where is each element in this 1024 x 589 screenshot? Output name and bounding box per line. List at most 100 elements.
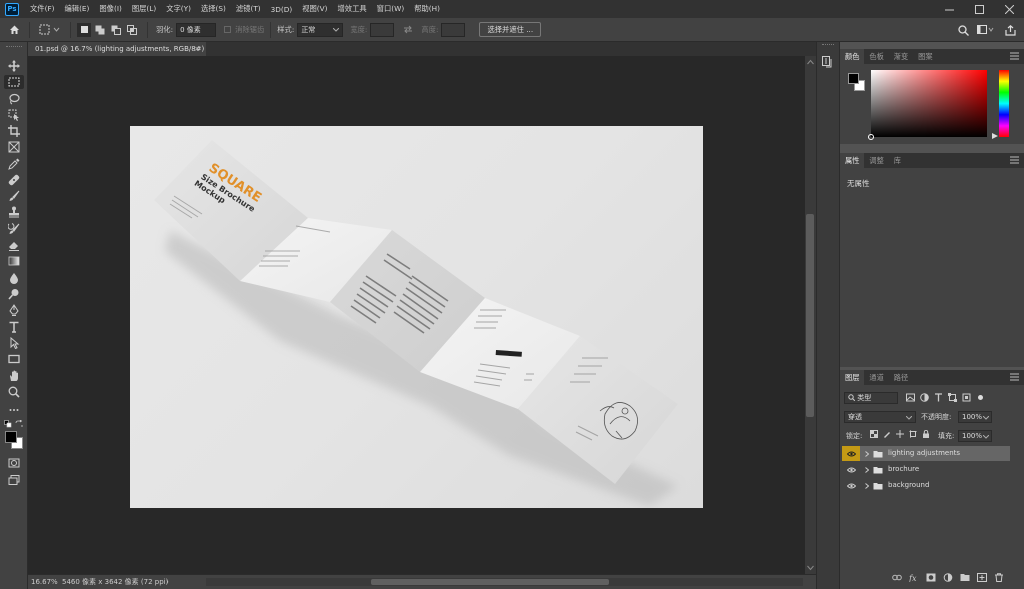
style-dropdown[interactable]: 正常 — [297, 22, 344, 37]
add-mask-icon[interactable] — [926, 573, 936, 582]
rectangular-marquee-tool[interactable] — [4, 75, 24, 89]
zoom-tool[interactable] — [4, 385, 24, 399]
tab-channels[interactable]: 通道 — [864, 370, 888, 385]
document-tab[interactable]: 01.psd @ 16.7% (lighting adjustments, RG… — [28, 42, 206, 56]
layer-visibility-toggle[interactable] — [842, 478, 860, 493]
filter-toggle-icon[interactable] — [976, 393, 985, 402]
history-panel-button[interactable] — [822, 56, 834, 70]
lock-position-icon[interactable] — [896, 430, 904, 438]
menu-edit[interactable]: 编辑(E) — [59, 4, 94, 14]
new-group-icon[interactable] — [960, 573, 970, 582]
blur-tool[interactable] — [4, 271, 24, 285]
brush-tool[interactable] — [4, 189, 24, 203]
smart-object-filter-icon[interactable] — [962, 393, 971, 402]
new-selection-button[interactable] — [77, 22, 91, 37]
trash-icon[interactable] — [994, 573, 1004, 582]
menu-select[interactable]: 选择(S) — [196, 4, 231, 14]
add-selection-button[interactable] — [93, 23, 107, 37]
tab-color[interactable]: 颜色 — [840, 49, 865, 64]
close-window-button[interactable] — [994, 0, 1024, 18]
share-button[interactable] — [1003, 23, 1017, 37]
status-menu-arrow[interactable]: › — [166, 575, 169, 589]
quick-mask-button[interactable] — [4, 456, 24, 470]
width-input[interactable] — [370, 22, 395, 37]
lock-artboard-icon[interactable] — [909, 430, 917, 438]
eyedropper-tool[interactable] — [4, 157, 24, 171]
type-filter-icon[interactable] — [934, 393, 943, 402]
gradient-tool[interactable] — [4, 254, 24, 268]
fx-icon[interactable]: fx — [909, 573, 919, 582]
select-and-mask-button[interactable]: 选择并遮住 ... — [479, 22, 542, 37]
minimize-button[interactable] — [934, 0, 964, 18]
blend-mode-dropdown[interactable]: 穿透 — [844, 411, 916, 423]
hue-slider[interactable] — [999, 70, 1009, 137]
tab-paths[interactable]: 路径 — [889, 370, 913, 385]
horizontal-scroll-thumb[interactable] — [371, 579, 609, 585]
expand-group-button[interactable] — [862, 478, 872, 493]
color-picker-handle[interactable] — [868, 134, 874, 140]
new-layer-icon[interactable] — [977, 573, 987, 582]
menu-3d[interactable]: 3D(D) — [266, 5, 298, 14]
layer-filter-dropdown[interactable]: 类型 — [844, 392, 898, 404]
close-tab-icon[interactable]: × — [194, 42, 200, 56]
object-selection-tool[interactable] — [4, 108, 24, 122]
document-info[interactable]: 5460 像素 x 3642 像素 (72 ppi) — [62, 575, 168, 589]
panel-menu-icon[interactable] — [1010, 52, 1019, 60]
lock-transparent-icon[interactable] — [870, 430, 878, 438]
menu-file[interactable]: 文件(F) — [25, 4, 59, 14]
menu-image[interactable]: 图像(I) — [94, 4, 126, 14]
panel-menu-icon[interactable] — [1010, 156, 1019, 164]
clone-stamp-tool[interactable] — [4, 205, 24, 219]
horizontal-scrollbar[interactable] — [206, 578, 803, 586]
adjustment-layer-icon[interactable] — [943, 573, 953, 582]
path-selection-tool[interactable] — [4, 336, 24, 350]
menu-plugins[interactable]: 增效工具 — [332, 4, 371, 14]
expand-group-button[interactable] — [862, 462, 872, 477]
image-filter-icon[interactable] — [906, 393, 915, 402]
lock-pixels-icon[interactable] — [883, 430, 891, 438]
menu-layer[interactable]: 图层(L) — [127, 4, 161, 14]
link-layers-icon[interactable] — [892, 573, 902, 582]
vertical-scroll-thumb[interactable] — [806, 214, 814, 417]
scroll-down-icon[interactable] — [805, 564, 816, 572]
scroll-up-icon[interactable] — [805, 58, 816, 66]
frame-tool[interactable] — [4, 140, 24, 154]
dodge-tool[interactable] — [4, 287, 24, 301]
expand-group-button[interactable] — [862, 446, 872, 461]
height-input[interactable] — [441, 22, 466, 37]
color-field[interactable] — [868, 70, 987, 140]
antialias-checkbox[interactable]: 消除锯齿 — [224, 25, 264, 35]
default-colors-button[interactable] — [4, 420, 12, 428]
swap-colors-button[interactable] — [15, 419, 23, 428]
tab-properties[interactable]: 属性 — [840, 153, 865, 168]
artboard[interactable]: SQUARE Size Brochure Mockup — [130, 126, 703, 508]
menu-type[interactable]: 文字(Y) — [161, 4, 196, 14]
tab-gradients[interactable]: 渐变 — [889, 49, 913, 64]
move-tool[interactable] — [4, 59, 24, 73]
screen-mode-button[interactable] — [4, 473, 24, 487]
shape-filter-icon[interactable] — [948, 393, 957, 402]
feather-input[interactable]: 0 像素 — [176, 22, 217, 37]
layer-visibility-toggle[interactable] — [842, 462, 860, 477]
maximize-button[interactable] — [964, 0, 994, 18]
layer-visibility-toggle[interactable] — [842, 446, 860, 461]
menu-filter[interactable]: 滤镜(T) — [231, 4, 266, 14]
menu-view[interactable]: 视图(V) — [297, 4, 332, 14]
menu-help[interactable]: 帮助(H) — [409, 4, 445, 14]
tab-patterns[interactable]: 图案 — [913, 49, 937, 64]
zoom-level[interactable]: 16.67% — [31, 575, 58, 589]
crop-tool[interactable] — [4, 124, 24, 138]
vertical-scrollbar[interactable] — [805, 56, 816, 574]
foreground-color-swatch[interactable] — [5, 431, 17, 443]
hue-slider-handle-icon[interactable] — [992, 133, 998, 139]
home-button[interactable] — [7, 23, 21, 37]
fill-input[interactable]: 100% — [958, 430, 992, 442]
menu-window[interactable]: 窗口(W) — [372, 4, 410, 14]
tab-swatches[interactable]: 色板 — [864, 49, 888, 64]
history-brush-tool[interactable] — [4, 222, 24, 236]
eraser-tool[interactable] — [4, 238, 24, 252]
workspace-button[interactable] — [976, 23, 996, 37]
opacity-input[interactable]: 100% — [958, 411, 992, 423]
healing-brush-tool[interactable] — [4, 173, 24, 187]
hand-tool[interactable] — [4, 369, 24, 383]
